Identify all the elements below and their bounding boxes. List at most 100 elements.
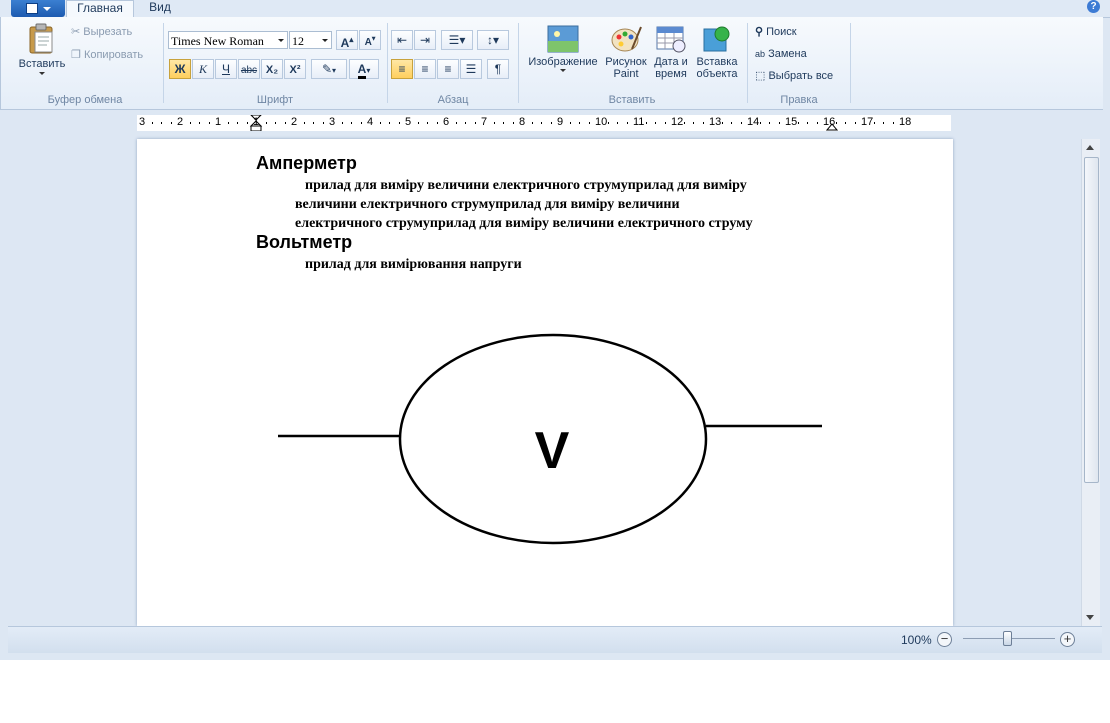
- group-divider: [518, 23, 519, 103]
- ruler-tick: [284, 122, 286, 124]
- ruler-label: 9: [557, 116, 564, 128]
- ruler-label: 18: [899, 116, 912, 128]
- ruler-tick: [626, 122, 628, 124]
- group-divider: [850, 23, 851, 103]
- line-spacing-button[interactable]: ↕▾: [477, 30, 509, 50]
- find-button[interactable]: ⚲ Поиск: [755, 25, 797, 39]
- zoom-slider-thumb[interactable]: [1003, 631, 1012, 646]
- justify-icon: ☰: [465, 62, 477, 76]
- paste-button[interactable]: Вставить: [13, 23, 71, 75]
- voltmeter-letter: V: [535, 422, 570, 480]
- palette-icon: [611, 26, 642, 52]
- tab-view[interactable]: Вид: [140, 0, 180, 17]
- ruler-tick: [579, 122, 580, 124]
- font-family-select[interactable]: Times New Roman: [168, 31, 288, 49]
- copy-button[interactable]: ❐ Копировать: [71, 48, 143, 62]
- highlighter-icon: ✎: [321, 62, 333, 76]
- zoom-in-icon[interactable]: +: [1060, 632, 1075, 647]
- shrink-font-icon: A▾: [364, 36, 376, 49]
- ruler-tick: [702, 122, 704, 124]
- ruler-tick: [398, 122, 400, 124]
- zoom-out-icon[interactable]: −: [937, 632, 952, 647]
- object-icon: [703, 26, 730, 52]
- ruler-label: 13: [709, 116, 722, 128]
- strikethrough-button[interactable]: abc: [238, 59, 260, 79]
- chevron-down-icon: [278, 39, 284, 42]
- ruler-tick: [199, 122, 200, 124]
- ruler-label: 4: [367, 116, 374, 128]
- italic-button[interactable]: К: [192, 59, 214, 79]
- subscript-button[interactable]: X₂: [261, 59, 283, 79]
- replace-button[interactable]: ab Замена: [755, 47, 807, 61]
- scrollbar-thumb[interactable]: [1084, 157, 1099, 483]
- scroll-down-icon[interactable]: [1086, 615, 1094, 620]
- ruler-tick: [303, 122, 305, 124]
- document-page[interactable]: Амперметр прилад для виміру величини еле…: [137, 139, 953, 626]
- chevron-down-icon: ▾: [332, 66, 337, 75]
- ruler-tick: [170, 122, 172, 124]
- ruler-label: 7: [481, 116, 488, 128]
- cut-button[interactable]: ✂ Вырезать: [71, 25, 132, 39]
- insert-object-button[interactable]: Вставка объекта: [694, 25, 740, 80]
- select-all-button[interactable]: ⬚ Выбрать все: [755, 69, 833, 83]
- chevron-down-icon: [39, 72, 45, 75]
- ruler-tick: [721, 122, 723, 124]
- ruler-tick: [265, 122, 267, 124]
- paragraph-button[interactable]: ¶: [487, 59, 509, 79]
- date-time-button[interactable]: Дата и время: [650, 25, 692, 80]
- group-divider: [747, 23, 748, 103]
- replace-icon: ab: [755, 49, 766, 59]
- highlight-color-button[interactable]: ✎▾: [311, 59, 347, 79]
- edit-group-label: Правка: [780, 94, 818, 106]
- align-left-icon: ≡: [398, 62, 406, 76]
- align-right-button[interactable]: ≡: [437, 59, 459, 79]
- help-icon[interactable]: ?: [1087, 0, 1100, 13]
- chevron-down-icon: [43, 7, 51, 11]
- text-color-button[interactable]: A▾: [349, 59, 379, 79]
- ruler-tick: [379, 122, 381, 124]
- ruler-tick: [360, 122, 362, 124]
- underline-button[interactable]: Ч: [215, 59, 237, 79]
- ruler-tick: [892, 122, 894, 124]
- vertical-scrollbar[interactable]: [1081, 139, 1100, 626]
- ruler-label: 8: [519, 116, 526, 128]
- font-size-select[interactable]: 12: [289, 31, 332, 49]
- scroll-up-icon[interactable]: [1086, 145, 1094, 150]
- insert-group: Изображение Рисунок Paint Дата и время В…: [520, 17, 744, 109]
- horizontal-ruler[interactable]: 3 2 1 1 2 3 4 5 6 7 8 9 10 11 12 13 14 15 16 17 18: [137, 115, 951, 131]
- bullets-button[interactable]: ☰▾: [441, 30, 473, 50]
- ruler-label: 10: [595, 116, 608, 128]
- paint-drawing-button[interactable]: Рисунок Paint: [604, 25, 648, 80]
- indent-icon: ⇥: [419, 33, 431, 47]
- ruler-tick: [569, 122, 571, 124]
- ruler-tick: [455, 122, 457, 124]
- ruler-label: 3: [139, 116, 146, 128]
- clipboard-icon: [29, 23, 53, 54]
- copy-icon: ❐: [71, 49, 81, 61]
- justify-button[interactable]: ☰: [460, 59, 482, 79]
- ruler-tick: [655, 122, 656, 124]
- group-divider: [163, 23, 164, 103]
- document-icon: [26, 3, 38, 14]
- bold-button[interactable]: Ж: [169, 59, 191, 79]
- scissors-icon: ✂: [71, 26, 81, 38]
- status-bar: 100% − +: [8, 626, 1102, 653]
- decrease-indent-button[interactable]: ⇤: [391, 30, 413, 50]
- superscript-button[interactable]: X²: [284, 59, 306, 79]
- voltmeter-symbol: V: [278, 333, 822, 545]
- shrink-font-button[interactable]: A▾: [359, 30, 381, 50]
- increase-indent-button[interactable]: ⇥: [414, 30, 436, 50]
- grow-font-button[interactable]: A▴: [336, 30, 358, 50]
- ruler-tick: [683, 122, 685, 124]
- ruler-tick: [512, 122, 514, 124]
- ruler-label: 12: [671, 116, 684, 128]
- align-left-button[interactable]: ≡: [391, 59, 413, 79]
- paste-label: Вставить: [18, 58, 66, 70]
- ruler-label: 1: [253, 116, 260, 128]
- align-center-icon: ≡: [421, 62, 429, 76]
- application-menu-button[interactable]: [11, 0, 65, 17]
- ruler-label: 2: [291, 116, 298, 128]
- ruler-tick: [759, 122, 761, 124]
- align-center-button[interactable]: ≡: [414, 59, 436, 79]
- insert-image-button[interactable]: Изображение: [523, 25, 603, 72]
